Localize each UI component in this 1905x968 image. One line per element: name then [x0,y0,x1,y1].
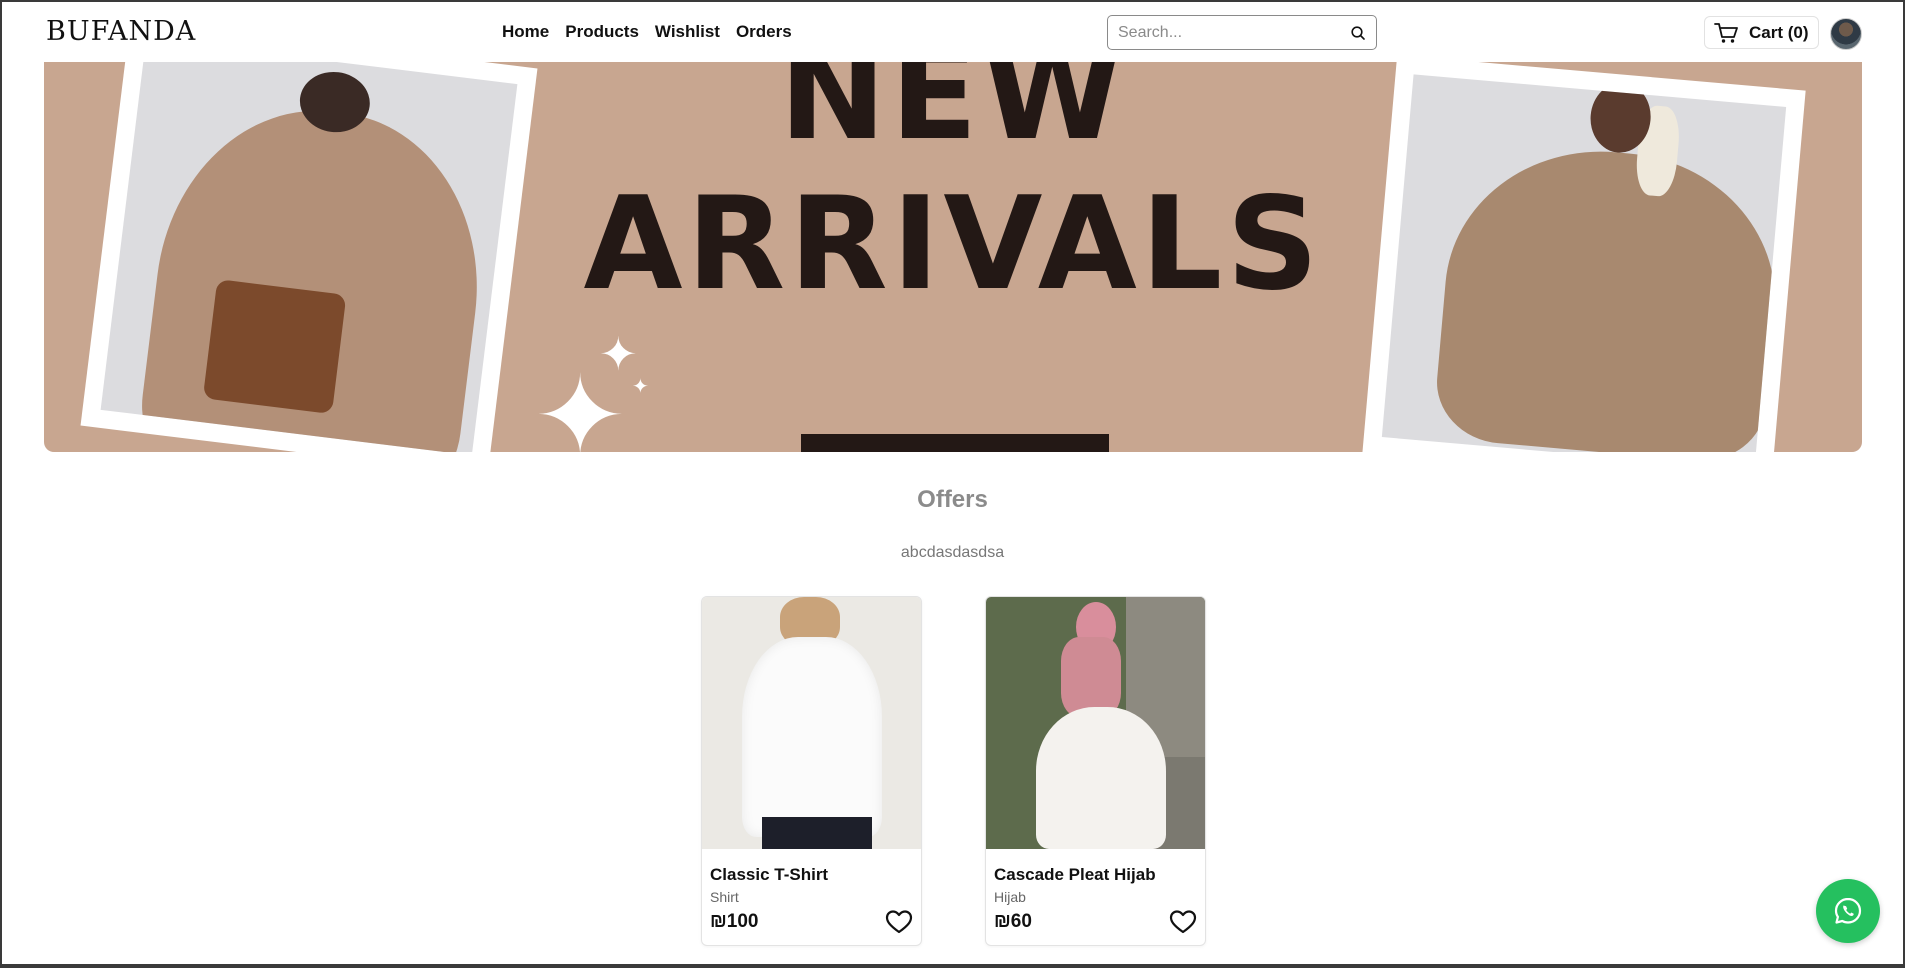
search-icon[interactable] [1350,25,1366,41]
nav-products[interactable]: Products [565,22,639,42]
product-category: Hijab [994,889,1026,905]
sparkle-icon: ✦ [599,327,638,381]
main-nav: Home Products Wishlist Orders [502,22,792,42]
sparkle-icon: ✦ [632,374,649,398]
product-card[interactable]: Cascade Pleat Hijab Hijab ₪60 [985,596,1206,946]
offers-subtitle: abcdasdasdsa [900,544,1005,561]
hero-banner[interactable]: NEW ARRIVALS ✦ ✦ ✦ [44,62,1862,452]
cart-icon [1714,22,1738,43]
product-price: ₪100 [710,911,759,932]
product-image[interactable] [986,597,1205,849]
product-price: ₪60 [994,911,1032,932]
nav-home[interactable]: Home [502,22,549,42]
header: BUFANDA Home Products Wishlist Orders Ca… [2,2,1903,64]
search-input[interactable] [1118,22,1338,44]
search-box [1107,15,1377,50]
offers-heading: Offers [917,486,988,513]
banner-cta-bar [801,434,1109,452]
product-card[interactable]: Classic T-Shirt Shirt ₪100 [701,596,922,946]
banner-photo-right [1362,62,1806,452]
cart-button[interactable]: Cart (0) [1704,16,1819,49]
user-avatar[interactable] [1830,18,1862,50]
whatsapp-button[interactable] [1816,879,1880,943]
nav-orders[interactable]: Orders [736,22,792,42]
brand-logo[interactable]: BUFANDA [46,16,196,47]
heart-icon[interactable] [885,909,913,935]
product-name[interactable]: Cascade Pleat Hijab [994,865,1156,885]
product-category: Shirt [710,889,739,905]
heart-icon[interactable] [1169,909,1197,935]
nav-wishlist[interactable]: Wishlist [655,22,720,42]
app-window: BUFANDA Home Products Wishlist Orders Ca… [2,2,1903,964]
whatsapp-icon [1834,897,1862,924]
cart-label: Cart (0) [1749,22,1809,42]
product-image[interactable] [702,597,921,849]
product-name[interactable]: Classic T-Shirt [710,865,828,885]
